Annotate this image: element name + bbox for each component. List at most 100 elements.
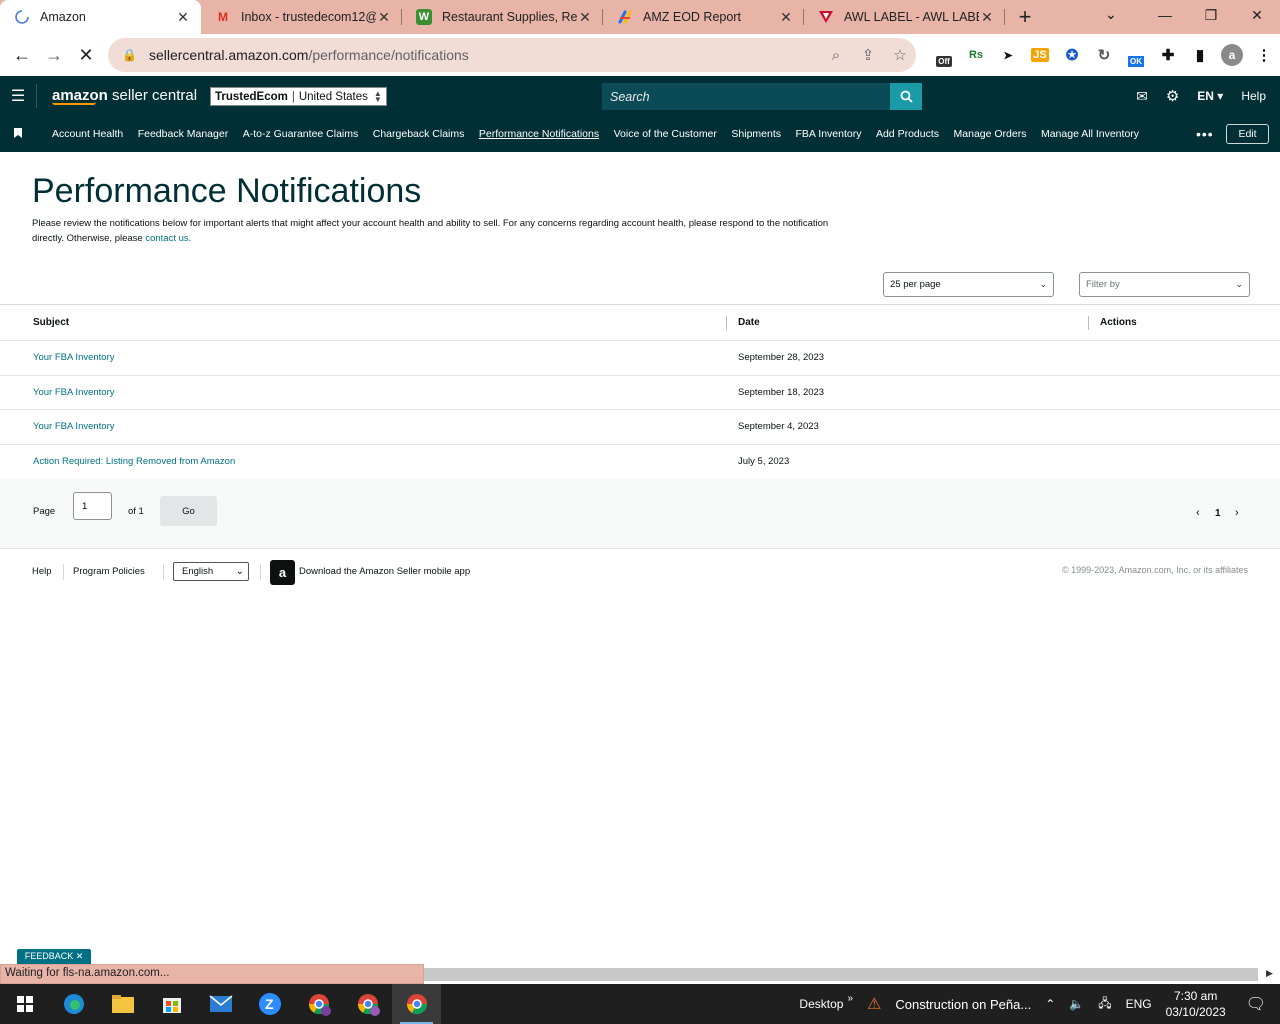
footer-language-select[interactable]: English ⌄ xyxy=(173,562,249,581)
help-link[interactable]: Help xyxy=(1241,89,1266,103)
browser-tab-webstaurant[interactable]: W Restaurant Supplies, Rest ✕ xyxy=(402,0,603,34)
nav-voice-of-customer[interactable]: Voice of the Customer xyxy=(614,128,717,140)
extension-js-icon[interactable]: JS xyxy=(1024,39,1056,71)
mail-icon[interactable]: ✉ xyxy=(1136,88,1148,105)
bookmark-star-icon[interactable]: ☆ xyxy=(884,46,916,64)
language-selector[interactable]: EN ▾ xyxy=(1197,89,1223,103)
page-number-input[interactable] xyxy=(73,492,112,520)
browser-tab-gmail[interactable]: M Inbox - trustedecom12@ ✕ xyxy=(201,0,402,34)
horizontal-scrollbar[interactable] xyxy=(424,968,1258,981)
hamburger-menu-icon[interactable]: ☰ xyxy=(0,86,36,106)
nav-performance-notifications[interactable]: Performance Notifications xyxy=(479,128,599,140)
close-icon[interactable]: ✕ xyxy=(577,9,593,26)
search-icon[interactable] xyxy=(890,83,922,110)
file-explorer-icon[interactable] xyxy=(98,984,147,1024)
nav-fba-inventory[interactable]: FBA Inventory xyxy=(796,128,862,140)
system-clock[interactable]: 7:30 am 03/10/2023 xyxy=(1166,988,1226,1020)
close-icon[interactable]: ✕ xyxy=(376,9,392,26)
forward-arrow-icon[interactable]: → xyxy=(38,39,70,71)
go-button[interactable]: Go xyxy=(160,496,217,526)
minimize-icon[interactable]: — xyxy=(1142,0,1188,30)
seller-central-logo[interactable]: amazon seller central xyxy=(52,87,197,105)
bookmark-icon[interactable] xyxy=(14,127,32,141)
zoom-icon[interactable]: ⌕ xyxy=(820,47,852,64)
nav-manage-all-inventory[interactable]: Manage All Inventory xyxy=(1041,128,1139,140)
amazon-app-icon[interactable]: a xyxy=(270,560,295,585)
search-input[interactable] xyxy=(602,83,890,110)
contact-us-link[interactable]: contact us. xyxy=(145,233,191,244)
notification-subject-link[interactable]: Your FBA Inventory xyxy=(33,376,115,410)
nav-account-health[interactable]: Account Health xyxy=(52,128,123,140)
nav-feedback-manager[interactable]: Feedback Manager xyxy=(138,128,228,140)
browser-tab-awl-label[interactable]: AWL LABEL - AWL LABEL ✕ xyxy=(804,0,1005,34)
feedback-button[interactable]: FEEDBACK ✕ xyxy=(17,949,91,964)
current-page-number[interactable]: 1 xyxy=(1215,508,1221,519)
menu-kebab-icon[interactable]: ⋮ xyxy=(1248,39,1280,71)
traffic-alert-icon[interactable]: ⚠ xyxy=(867,994,881,1014)
action-center-icon[interactable]: 🗨 xyxy=(1246,994,1266,1014)
double-chevron-icon[interactable]: » xyxy=(847,993,853,1004)
edge-icon[interactable] xyxy=(49,984,98,1024)
network-icon[interactable]: 🖧 xyxy=(1098,994,1111,1015)
close-icon[interactable]: ✕ xyxy=(175,9,191,26)
restore-icon[interactable]: ❐ xyxy=(1188,0,1234,30)
mail-app-icon[interactable] xyxy=(196,984,245,1024)
close-icon[interactable]: ✕ xyxy=(778,9,794,26)
scroll-right-arrow-icon[interactable]: ▶ xyxy=(1266,968,1273,979)
gear-icon[interactable]: ⚙ xyxy=(1166,87,1179,105)
column-header-subject[interactable]: Subject xyxy=(33,305,69,340)
extension-rs-icon[interactable]: Rs xyxy=(960,39,992,71)
pagination-bar: Page of 1 Go ‹ 1 › xyxy=(0,479,1280,549)
notification-subject-link[interactable]: Your FBA Inventory xyxy=(33,341,115,375)
close-icon[interactable]: ✕ xyxy=(979,9,995,26)
desktop-toolbar[interactable]: Desktop xyxy=(799,997,843,1011)
input-language[interactable]: ENG xyxy=(1126,997,1152,1011)
microsoft-store-icon[interactable] xyxy=(147,984,196,1024)
tab-search-icon[interactable]: ⌄ xyxy=(1105,6,1117,23)
nav-a-to-z-claims[interactable]: A-to-z Guarantee Claims xyxy=(243,128,359,140)
new-tab-button[interactable]: + xyxy=(1005,0,1045,34)
side-panel-icon[interactable]: ▮ xyxy=(1184,39,1216,71)
download-app-link[interactable]: Download the Amazon Seller mobile app xyxy=(299,566,470,577)
nav-manage-orders[interactable]: Manage Orders xyxy=(954,128,1027,140)
extension-arrow-icon[interactable]: ➤ xyxy=(992,39,1024,71)
volume-icon[interactable]: 🔈 xyxy=(1069,997,1084,1011)
column-header-date[interactable]: Date xyxy=(738,305,760,340)
extension-network-icon[interactable]: ✪ xyxy=(1056,39,1088,71)
filter-select[interactable]: Filter by ⌄ xyxy=(1079,272,1250,297)
account-switcher[interactable]: TrustedEcom | United States ▲ ▼ xyxy=(210,87,387,106)
chrome-profile-a-icon[interactable] xyxy=(343,984,392,1024)
chevron-right-icon[interactable]: › xyxy=(1235,507,1239,519)
extension-refresh-icon[interactable]: ↻ xyxy=(1088,39,1120,71)
window-close-icon[interactable]: ✕ xyxy=(1234,0,1280,30)
chevron-left-icon[interactable]: ‹ xyxy=(1196,507,1200,519)
address-bar[interactable]: 🔒 sellercentral.amazon.com/performance/n… xyxy=(108,38,916,72)
zoom-app-icon[interactable]: Z xyxy=(245,984,294,1024)
back-arrow-icon[interactable]: ← xyxy=(6,39,38,71)
url-text[interactable]: sellercentral.amazon.com/performance/not… xyxy=(149,47,820,63)
news-notification[interactable]: Construction on Peña... xyxy=(895,997,1031,1012)
more-icon[interactable]: ••• xyxy=(1196,126,1214,142)
edit-nav-button[interactable]: Edit xyxy=(1226,124,1269,144)
chrome-active-icon[interactable] xyxy=(392,984,441,1024)
extension-ok-icon[interactable]: OK xyxy=(1120,39,1152,71)
stop-loading-icon[interactable]: ✕ xyxy=(70,39,102,71)
program-policies-link[interactable]: Program Policies xyxy=(73,566,145,577)
share-icon[interactable]: ⇪ xyxy=(852,46,884,64)
chrome-profile-m-icon[interactable] xyxy=(294,984,343,1024)
nav-chargeback-claims[interactable]: Chargeback Claims xyxy=(373,128,465,140)
profile-avatar[interactable]: a xyxy=(1216,39,1248,71)
footer-help-link[interactable]: Help xyxy=(32,566,52,577)
windows-start-icon[interactable] xyxy=(0,984,49,1024)
puzzle-icon[interactable]: ✚ xyxy=(1152,39,1184,71)
extension-off-icon[interactable]: Off xyxy=(928,39,960,71)
browser-tab-amazon[interactable]: Amazon ✕ xyxy=(0,0,201,34)
page-count-label: of 1 xyxy=(128,506,144,517)
chevron-up-icon[interactable]: ⌃ xyxy=(1045,997,1055,1011)
nav-shipments[interactable]: Shipments xyxy=(731,128,781,140)
per-page-select[interactable]: 25 per page ⌄ xyxy=(883,272,1054,297)
nav-add-products[interactable]: Add Products xyxy=(876,128,939,140)
browser-tab-eod-report[interactable]: AMZ EOD Report ✕ xyxy=(603,0,804,34)
notification-subject-link[interactable]: Your FBA Inventory xyxy=(33,410,115,444)
notification-subject-link[interactable]: Action Required: Listing Removed from Am… xyxy=(33,445,235,480)
